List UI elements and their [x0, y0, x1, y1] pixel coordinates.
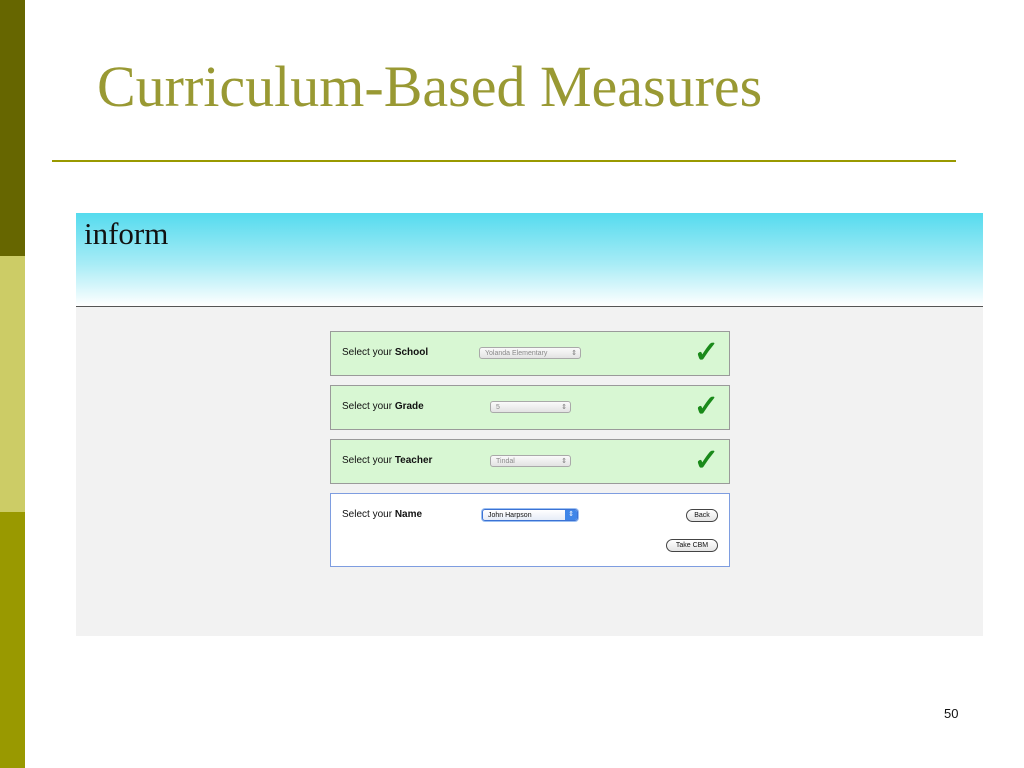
inform-app-screenshot: inform Select your School Yolanda Elemen…	[76, 213, 983, 636]
side-bar-segment	[0, 256, 25, 512]
back-button[interactable]: Back	[686, 509, 718, 522]
grade-step-panel: Select your Grade 5 ⇕ ✓	[330, 385, 730, 430]
take-cbm-button[interactable]: Take CBM	[666, 539, 718, 552]
title-divider	[52, 160, 956, 162]
grade-step-label: Select your Grade	[342, 401, 424, 412]
app-logo: inform	[84, 216, 169, 251]
select-arrows-icon: ⇕	[561, 404, 567, 411]
checkmark-icon: ✓	[693, 336, 719, 369]
teacher-select[interactable]: Tindal ⇕	[490, 455, 571, 467]
name-select-value: John Harpson	[488, 512, 532, 519]
teacher-step-panel: Select your Teacher Tindal ⇕ ✓	[330, 439, 730, 484]
select-arrows-icon: ⇕	[565, 510, 577, 520]
name-select[interactable]: John Harpson ⇕	[482, 509, 578, 521]
teacher-step-label: Select your Teacher	[342, 455, 433, 466]
slide-title: Curriculum-Based Measures	[97, 54, 763, 119]
checkmark-icon: ✓	[693, 444, 719, 477]
checkmark-icon: ✓	[693, 390, 719, 423]
grade-select[interactable]: 5 ⇕	[490, 401, 571, 413]
side-bar-segment	[0, 512, 25, 768]
grade-select-value: 5	[496, 404, 500, 411]
school-step-panel: Select your School Yolanda Elementary ⇕ …	[330, 331, 730, 376]
app-header: inform	[76, 213, 983, 307]
name-step-label: Select your Name	[342, 509, 423, 520]
school-select-value: Yolanda Elementary	[485, 350, 548, 357]
school-select[interactable]: Yolanda Elementary ⇕	[479, 347, 581, 359]
teacher-select-value: Tindal	[496, 458, 515, 465]
school-step-label: Select your School	[342, 347, 429, 358]
select-arrows-icon: ⇕	[561, 458, 567, 465]
side-bar-segment	[0, 0, 25, 256]
slide-number: 50	[944, 706, 959, 721]
name-step-panel: Select your Name John Harpson ⇕ Back Tak…	[330, 493, 730, 567]
select-arrows-icon: ⇕	[571, 350, 577, 357]
side-decoration-bar	[0, 0, 25, 768]
